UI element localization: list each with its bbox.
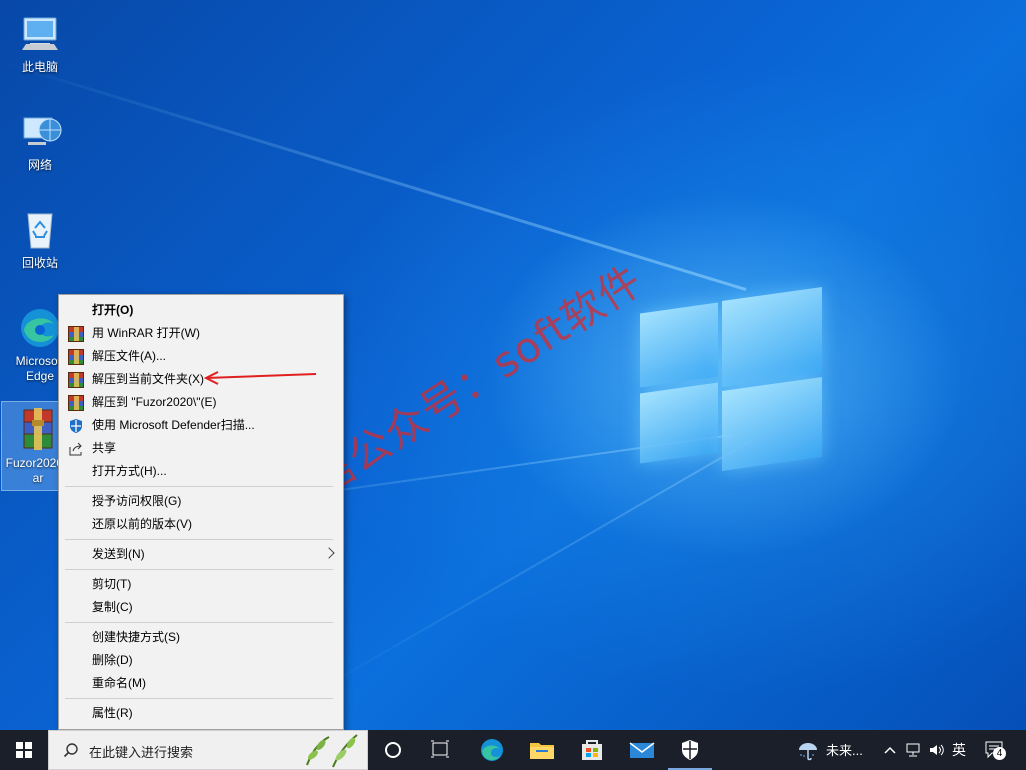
menu-item-label: 使用 Microsoft Defender扫描... [92, 418, 255, 432]
mail-icon [629, 742, 655, 758]
menu-separator [65, 539, 333, 540]
menu-item-label: 打开方式(H)... [92, 464, 167, 478]
menu-item-extract-files[interactable]: 解压文件(A)... [61, 345, 341, 368]
menu-item-label: 属性(R) [92, 706, 133, 720]
edge-icon [481, 739, 503, 761]
cortana-circle-icon [385, 742, 401, 758]
menu-item-copy[interactable]: 复制(C) [61, 596, 341, 619]
menu-item-label: 重命名(M) [92, 676, 146, 690]
menu-item-label: 复制(C) [92, 600, 133, 614]
windows-start-icon [16, 742, 32, 758]
menu-item-label: 发送到(N) [92, 547, 145, 561]
menu-item-label: 解压文件(A)... [92, 349, 166, 363]
menu-item-cut[interactable]: 剪切(T) [61, 573, 341, 596]
winrar-archive-icon [14, 406, 62, 454]
menu-separator [65, 622, 333, 623]
menu-item-share[interactable]: 共享 [61, 437, 341, 460]
store-bag-icon [582, 740, 602, 760]
weather-umbrella-icon[interactable] [796, 738, 820, 762]
menu-item-label: 共享 [92, 441, 117, 455]
notification-badge: 4 [993, 747, 1006, 760]
menu-item-extract-to-folder[interactable]: 解压到 "Fuzor2020\"(E) [61, 391, 341, 414]
winrar-icon [68, 372, 84, 388]
menu-item-defender-scan[interactable]: 使用 Microsoft Defender扫描... [61, 414, 341, 437]
taskbar-store-button[interactable] [570, 730, 614, 770]
winrar-icon [68, 326, 84, 342]
wallpaper-beam [0, 60, 747, 291]
network-status-icon[interactable] [904, 741, 922, 759]
menu-item-label: 删除(D) [92, 653, 133, 667]
context-menu: 打开(O) 用 WinRAR 打开(W) 解压文件(A)... 解压到当前文件夹… [58, 294, 344, 730]
computer-icon [16, 10, 64, 58]
defender-shield-icon [682, 740, 698, 760]
menu-separator [65, 569, 333, 570]
menu-item-label: 解压到 "Fuzor2020\"(E) [92, 395, 217, 409]
edge-icon [16, 304, 64, 352]
menu-item-label: 用 WinRAR 打开(W) [92, 326, 200, 340]
cortana-button[interactable] [374, 730, 412, 770]
chevron-up-icon[interactable] [882, 742, 898, 758]
menu-item-label: 剪切(T) [92, 577, 132, 591]
menu-item-properties[interactable]: 属性(R) [61, 702, 341, 725]
winrar-icon [68, 349, 84, 365]
menu-item-open[interactable]: 打开(O) [61, 299, 341, 322]
taskbar-defender-button[interactable] [668, 730, 712, 770]
menu-item-restore-previous[interactable]: 还原以前的版本(V) [61, 513, 341, 536]
desktop-icon-label: 网络 [27, 158, 52, 172]
menu-item-label: 授予访问权限(G) [92, 494, 182, 508]
chevron-right-icon [323, 547, 335, 559]
recycle-bin-icon [16, 206, 64, 254]
menu-item-label: 创建快捷方式(S) [92, 630, 180, 644]
search-highlight-leaves-icon [306, 734, 358, 768]
taskbar: 在此键入进行搜索 未来... 英 4 [0, 730, 1026, 770]
share-icon [68, 441, 84, 457]
taskbar-search-box[interactable]: 在此键入进行搜索 [48, 730, 368, 770]
windows-wallpaper-logo [632, 286, 824, 472]
menu-item-grant-access[interactable]: 授予访问权限(G) [61, 490, 341, 513]
menu-item-label: 打开(O) [92, 303, 134, 317]
desktop-icon-network[interactable]: 网络 [4, 108, 76, 173]
ime-indicator[interactable]: 英 [952, 740, 966, 760]
defender-shield-icon [68, 418, 84, 434]
annotation-arrow-icon [204, 371, 317, 385]
desktop-icon-recycle-bin[interactable]: 回收站 [4, 206, 76, 271]
search-icon [63, 743, 78, 758]
menu-item-open-with-winrar[interactable]: 用 WinRAR 打开(W) [61, 322, 341, 345]
menu-item-send-to[interactable]: 发送到(N) [61, 543, 341, 566]
notification-center-button[interactable]: 4 [984, 739, 1006, 761]
taskbar-edge-button[interactable] [470, 730, 514, 770]
weather-text[interactable]: 未来... [826, 740, 863, 759]
menu-item-rename[interactable]: 重命名(M) [61, 672, 341, 695]
start-button[interactable] [0, 730, 48, 770]
search-placeholder: 在此键入进行搜索 [89, 745, 194, 760]
menu-item-open-with[interactable]: 打开方式(H)... [61, 460, 341, 483]
menu-item-delete[interactable]: 删除(D) [61, 649, 341, 672]
desktop-icon-label: 此电脑 [21, 60, 58, 74]
winrar-icon [68, 395, 84, 411]
volume-icon[interactable] [928, 741, 946, 759]
menu-separator [65, 698, 333, 699]
taskbar-file-explorer-button[interactable] [520, 730, 564, 770]
menu-item-label: 还原以前的版本(V) [92, 517, 192, 531]
menu-item-label: 解压到当前文件夹(X) [92, 372, 204, 386]
menu-item-create-shortcut[interactable]: 创建快捷方式(S) [61, 626, 341, 649]
desktop-icon-this-pc[interactable]: 此电脑 [4, 10, 76, 75]
folder-icon [530, 743, 554, 759]
menu-separator [65, 486, 333, 487]
task-view-icon [431, 740, 449, 758]
desktop[interactable]: 此电脑 网络 回收站 Microsoft Edge Fuzor2020.r ar… [0, 0, 1026, 730]
taskbar-mail-button[interactable] [620, 730, 664, 770]
task-view-button[interactable] [420, 730, 460, 770]
network-icon [16, 108, 64, 156]
desktop-icon-label: 回收站 [21, 256, 58, 270]
